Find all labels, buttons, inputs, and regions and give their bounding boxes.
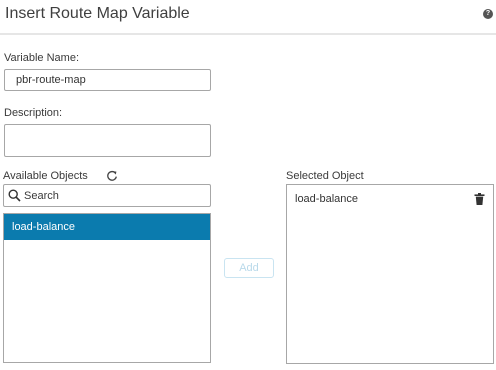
dialog-header: Insert Route Map Variable ? bbox=[0, 0, 496, 35]
dialog-title: Insert Route Map Variable bbox=[5, 5, 190, 22]
variable-name-input[interactable] bbox=[4, 69, 211, 91]
selected-item-load-balance[interactable]: load-balance bbox=[295, 193, 358, 205]
selected-object-label: Selected Object bbox=[286, 170, 364, 182]
help-icon[interactable]: ? bbox=[483, 9, 493, 19]
selected-objects-list[interactable]: load-balance bbox=[286, 184, 494, 364]
trash-icon[interactable] bbox=[474, 193, 485, 205]
variable-name-label: Variable Name: bbox=[4, 52, 79, 64]
available-objects-list[interactable]: load-balance bbox=[3, 213, 211, 363]
insert-route-map-dialog: Insert Route Map Variable ? Variable Nam… bbox=[0, 0, 496, 370]
description-input[interactable] bbox=[4, 124, 211, 157]
search-icon bbox=[8, 189, 21, 202]
search-box bbox=[3, 184, 211, 207]
search-input[interactable] bbox=[24, 187, 204, 204]
add-button[interactable]: Add bbox=[224, 258, 274, 278]
available-objects-label: Available Objects bbox=[3, 170, 88, 182]
refresh-icon[interactable] bbox=[106, 170, 118, 182]
description-label: Description: bbox=[4, 107, 63, 119]
available-item-load-balance[interactable]: load-balance bbox=[4, 214, 210, 240]
